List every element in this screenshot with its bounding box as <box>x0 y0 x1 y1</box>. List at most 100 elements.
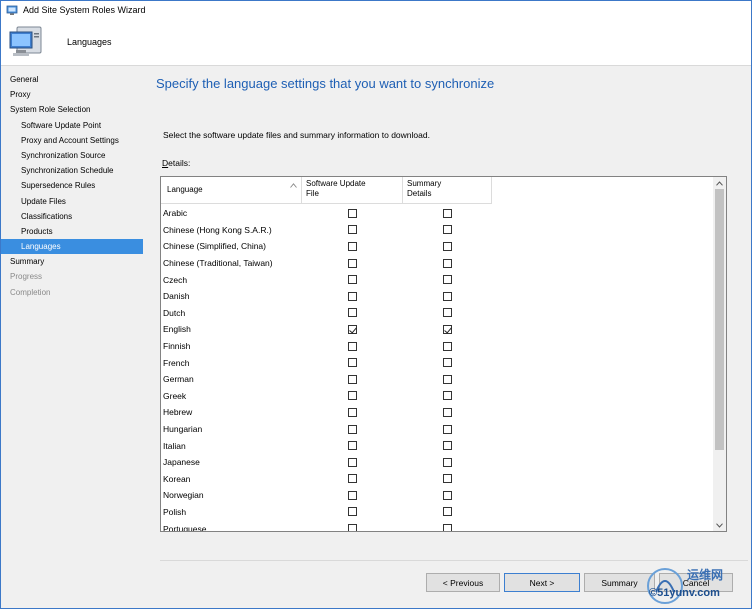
software-update-file-checkbox[interactable] <box>348 341 357 351</box>
table-row[interactable]: Chinese (Simplified, China) <box>161 238 714 255</box>
software-update-file-checkbox[interactable] <box>348 374 357 384</box>
sidebar-item-synchronization-source[interactable]: Synchronization Source <box>1 148 143 163</box>
wizard-app-icon <box>6 5 18 15</box>
table-row[interactable]: Greek <box>161 388 714 405</box>
summary-details-cell <box>403 490 492 500</box>
software-update-file-checkbox[interactable] <box>348 441 357 451</box>
page-heading: Specify the language settings that you w… <box>156 76 495 91</box>
language-grid[interactable]: Language Software Update File Summary De… <box>160 176 727 532</box>
software-update-file-checkbox[interactable] <box>348 457 357 467</box>
summary-details-checkbox[interactable] <box>443 241 452 251</box>
sidebar-item-proxy[interactable]: Proxy <box>1 87 143 102</box>
summary-details-checkbox[interactable] <box>443 358 452 368</box>
software-update-file-checkbox[interactable] <box>348 275 357 285</box>
summary-details-checkbox[interactable] <box>443 524 452 531</box>
table-row[interactable]: Hebrew <box>161 404 714 421</box>
sidebar-item-general[interactable]: General <box>1 72 143 87</box>
next-button[interactable]: Next > <box>504 573 580 592</box>
column-header-summary-details[interactable]: Summary Details <box>403 177 492 204</box>
software-update-file-cell <box>302 341 403 351</box>
summary-details-checkbox[interactable] <box>443 391 452 401</box>
summary-details-checkbox[interactable] <box>443 275 452 285</box>
sidebar-item-system-role-selection[interactable]: System Role Selection <box>1 102 143 117</box>
scroll-up-icon[interactable] <box>713 177 726 189</box>
table-row[interactable]: English <box>161 321 714 338</box>
software-update-file-checkbox[interactable] <box>348 308 357 318</box>
cancel-button[interactable]: Cancel <box>659 573 733 592</box>
sidebar-item-completion: Completion <box>10 287 51 297</box>
software-update-file-cell <box>302 308 403 318</box>
sidebar-item-synchronization-schedule[interactable]: Synchronization Schedule <box>1 163 143 178</box>
summary-details-checkbox[interactable] <box>443 324 452 334</box>
summary-details-checkbox[interactable] <box>443 441 452 451</box>
summary-details-checkbox[interactable] <box>443 308 452 318</box>
summary-details-cell <box>403 407 492 417</box>
table-row[interactable]: German <box>161 371 714 388</box>
software-update-file-checkbox[interactable] <box>348 358 357 368</box>
table-row[interactable]: French <box>161 354 714 371</box>
table-row[interactable]: Japanese <box>161 454 714 471</box>
table-row[interactable]: Danish <box>161 288 714 305</box>
software-update-file-checkbox[interactable] <box>348 490 357 500</box>
software-update-file-checkbox[interactable] <box>348 208 357 218</box>
sidebar-item-proxy-and-account-settings[interactable]: Proxy and Account Settings <box>1 133 143 148</box>
sidebar-item-products[interactable]: Products <box>1 224 143 239</box>
table-row[interactable]: Arabic <box>161 205 714 222</box>
summary-details-checkbox[interactable] <box>443 407 452 417</box>
sidebar-item-update-files[interactable]: Update Files <box>1 194 143 209</box>
table-row[interactable]: Chinese (Hong Kong S.A.R.) <box>161 222 714 239</box>
table-row[interactable]: Polish <box>161 504 714 521</box>
sidebar-item-languages[interactable]: Languages <box>1 239 143 255</box>
column-header-language[interactable]: Language <box>161 177 302 204</box>
summary-details-cell <box>403 208 492 218</box>
sidebar-item-classifications[interactable]: Classifications <box>1 209 143 224</box>
software-update-file-cell <box>302 457 403 467</box>
software-update-file-checkbox[interactable] <box>348 324 357 334</box>
table-row[interactable]: Hungarian <box>161 421 714 438</box>
software-update-file-checkbox[interactable] <box>348 391 357 401</box>
software-update-file-checkbox[interactable] <box>348 241 357 251</box>
language-name: Arabic <box>163 208 188 219</box>
vertical-scrollbar[interactable] <box>713 177 726 531</box>
software-update-file-checkbox[interactable] <box>348 424 357 434</box>
table-row[interactable]: Czech <box>161 271 714 288</box>
table-row[interactable]: Dutch <box>161 305 714 322</box>
software-update-file-checkbox[interactable] <box>348 258 357 268</box>
table-row[interactable]: Portuguese <box>161 520 714 531</box>
previous-button[interactable]: < Previous <box>426 573 500 592</box>
summary-details-checkbox[interactable] <box>443 225 452 235</box>
table-row[interactable]: Italian <box>161 437 714 454</box>
software-update-file-checkbox[interactable] <box>348 524 357 531</box>
scroll-down-icon[interactable] <box>713 519 726 531</box>
summary-details-checkbox[interactable] <box>443 258 452 268</box>
software-update-file-checkbox[interactable] <box>348 291 357 301</box>
software-update-file-cell <box>302 490 403 500</box>
summary-details-checkbox[interactable] <box>443 341 452 351</box>
sidebar-item-summary[interactable]: Summary <box>1 254 143 269</box>
table-row[interactable]: Finnish <box>161 338 714 355</box>
software-update-file-cell <box>302 291 403 301</box>
table-row[interactable]: Chinese (Traditional, Taiwan) <box>161 255 714 272</box>
summary-details-checkbox[interactable] <box>443 208 452 218</box>
table-row[interactable]: Korean <box>161 471 714 488</box>
software-update-file-checkbox[interactable] <box>348 474 357 484</box>
table-row[interactable]: Norwegian <box>161 487 714 504</box>
details-label: Details: <box>162 158 190 168</box>
language-name: Hebrew <box>163 407 193 418</box>
summary-details-checkbox[interactable] <box>443 490 452 500</box>
language-name: Chinese (Simplified, China) <box>163 241 266 252</box>
sidebar-item-software-update-point[interactable]: Software Update Point <box>1 118 143 133</box>
software-update-file-checkbox[interactable] <box>348 225 357 235</box>
summary-button[interactable]: Summary <box>584 573 655 592</box>
summary-details-checkbox[interactable] <box>443 457 452 467</box>
summary-details-checkbox[interactable] <box>443 374 452 384</box>
summary-details-checkbox[interactable] <box>443 424 452 434</box>
summary-details-checkbox[interactable] <box>443 474 452 484</box>
column-header-software-update-file[interactable]: Software Update File <box>302 177 403 204</box>
sidebar-item-supersedence-rules[interactable]: Supersedence Rules <box>1 178 143 193</box>
software-update-file-checkbox[interactable] <box>348 407 357 417</box>
software-update-file-checkbox[interactable] <box>348 507 357 517</box>
summary-details-checkbox[interactable] <box>443 507 452 517</box>
summary-details-checkbox[interactable] <box>443 291 452 301</box>
scrollbar-thumb[interactable] <box>715 189 724 450</box>
